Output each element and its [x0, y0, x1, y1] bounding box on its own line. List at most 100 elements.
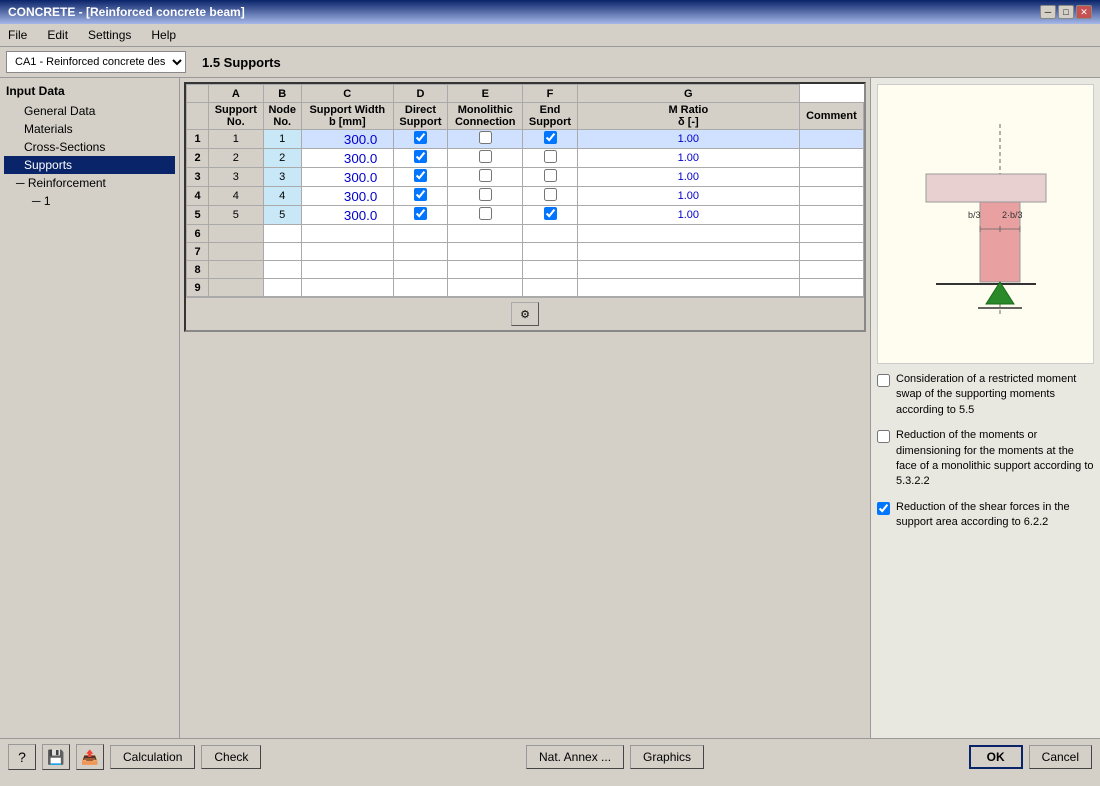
cancel-button[interactable]: Cancel: [1029, 745, 1092, 769]
maximize-button[interactable]: □: [1058, 5, 1074, 19]
sidebar-item-cross-sections[interactable]: Cross-Sections: [4, 138, 175, 156]
cell-monolithic[interactable]: [448, 187, 523, 206]
cell-direct-support[interactable]: [393, 279, 448, 297]
table-row[interactable]: 2221.00: [187, 149, 864, 168]
cell-node-no[interactable]: [263, 261, 301, 279]
cell-comment[interactable]: [799, 261, 863, 279]
direct-support-checkbox[interactable]: [414, 131, 427, 144]
option-checkbox-1[interactable]: [877, 374, 890, 387]
option-checkbox-3[interactable]: [877, 502, 890, 515]
cell-width[interactable]: [301, 168, 393, 187]
sidebar-item-supports[interactable]: Supports: [4, 156, 175, 174]
cell-direct-support[interactable]: [393, 149, 448, 168]
end-support-checkbox[interactable]: [544, 169, 557, 182]
cell-monolithic[interactable]: [448, 168, 523, 187]
table-row[interactable]: 7: [187, 243, 864, 261]
export-icon-button[interactable]: 📤: [76, 744, 104, 770]
cell-end-support[interactable]: [523, 279, 578, 297]
table-settings-button[interactable]: ⚙: [511, 302, 539, 326]
cell-node-no[interactable]: [263, 243, 301, 261]
direct-support-checkbox[interactable]: [414, 150, 427, 163]
cell-monolithic[interactable]: [448, 206, 523, 225]
cell-comment[interactable]: [799, 149, 863, 168]
end-support-checkbox[interactable]: [544, 131, 557, 144]
cell-node-no[interactable]: 1: [263, 130, 301, 149]
cell-monolithic[interactable]: [448, 243, 523, 261]
cell-width[interactable]: [301, 225, 393, 243]
cell-node-no[interactable]: 3: [263, 168, 301, 187]
cell-comment[interactable]: [799, 243, 863, 261]
sidebar-item-materials[interactable]: Materials: [4, 120, 175, 138]
table-row[interactable]: 8: [187, 261, 864, 279]
cell-direct-support[interactable]: [393, 168, 448, 187]
menu-file[interactable]: File: [4, 26, 31, 44]
width-input[interactable]: [317, 132, 377, 147]
menu-edit[interactable]: Edit: [43, 26, 72, 44]
table-row[interactable]: 1111.00: [187, 130, 864, 149]
cell-monolithic[interactable]: [448, 149, 523, 168]
width-input[interactable]: [317, 170, 377, 185]
cell-direct-support[interactable]: [393, 225, 448, 243]
cell-direct-support[interactable]: [393, 187, 448, 206]
cell-node-no[interactable]: 2: [263, 149, 301, 168]
width-input[interactable]: [317, 189, 377, 204]
monolithic-checkbox[interactable]: [479, 169, 492, 182]
cell-direct-support[interactable]: [393, 130, 448, 149]
close-button[interactable]: ✕: [1076, 5, 1092, 19]
cell-monolithic[interactable]: [448, 130, 523, 149]
table-row[interactable]: 6: [187, 225, 864, 243]
end-support-checkbox[interactable]: [544, 188, 557, 201]
cell-node-no[interactable]: 4: [263, 187, 301, 206]
cell-comment[interactable]: [799, 206, 863, 225]
cell-node-no[interactable]: 5: [263, 206, 301, 225]
option-checkbox-2[interactable]: [877, 430, 890, 443]
table-row[interactable]: 3331.00: [187, 168, 864, 187]
cell-comment[interactable]: [799, 225, 863, 243]
menu-settings[interactable]: Settings: [84, 26, 135, 44]
cell-end-support[interactable]: [523, 243, 578, 261]
menu-help[interactable]: Help: [147, 26, 180, 44]
cell-width[interactable]: [301, 187, 393, 206]
cell-width[interactable]: [301, 279, 393, 297]
cell-end-support[interactable]: [523, 187, 578, 206]
monolithic-checkbox[interactable]: [479, 150, 492, 163]
width-input[interactable]: [317, 151, 377, 166]
cell-end-support[interactable]: [523, 261, 578, 279]
table-row[interactable]: 4441.00: [187, 187, 864, 206]
cell-monolithic[interactable]: [448, 279, 523, 297]
nat-annex-button[interactable]: Nat. Annex ...: [526, 745, 624, 769]
monolithic-checkbox[interactable]: [479, 207, 492, 220]
cell-end-support[interactable]: [523, 206, 578, 225]
case-dropdown[interactable]: CA1 - Reinforced concrete desi: [6, 51, 186, 73]
cell-comment[interactable]: [799, 187, 863, 206]
cell-comment[interactable]: [799, 130, 863, 149]
sidebar-item-general-data[interactable]: General Data: [4, 102, 175, 120]
monolithic-checkbox[interactable]: [479, 188, 492, 201]
calculation-button[interactable]: Calculation: [110, 745, 195, 769]
cell-width[interactable]: [301, 243, 393, 261]
cell-node-no[interactable]: [263, 279, 301, 297]
cell-direct-support[interactable]: [393, 206, 448, 225]
table-row[interactable]: 9: [187, 279, 864, 297]
cell-node-no[interactable]: [263, 225, 301, 243]
cell-width[interactable]: [301, 149, 393, 168]
monolithic-checkbox[interactable]: [479, 131, 492, 144]
cell-comment[interactable]: [799, 279, 863, 297]
cell-direct-support[interactable]: [393, 243, 448, 261]
cell-monolithic[interactable]: [448, 225, 523, 243]
cell-end-support[interactable]: [523, 225, 578, 243]
end-support-checkbox[interactable]: [544, 150, 557, 163]
ok-button[interactable]: OK: [969, 745, 1023, 769]
cell-comment[interactable]: [799, 168, 863, 187]
cell-direct-support[interactable]: [393, 261, 448, 279]
minimize-button[interactable]: ─: [1040, 5, 1056, 19]
cell-end-support[interactable]: [523, 168, 578, 187]
end-support-checkbox[interactable]: [544, 207, 557, 220]
width-input[interactable]: [317, 208, 377, 223]
table-row[interactable]: 5551.00: [187, 206, 864, 225]
direct-support-checkbox[interactable]: [414, 169, 427, 182]
save-icon-button[interactable]: 💾: [42, 744, 70, 770]
sidebar-item-reinforcement-1[interactable]: ─ 1: [4, 192, 175, 210]
cell-width[interactable]: [301, 206, 393, 225]
cell-monolithic[interactable]: [448, 261, 523, 279]
